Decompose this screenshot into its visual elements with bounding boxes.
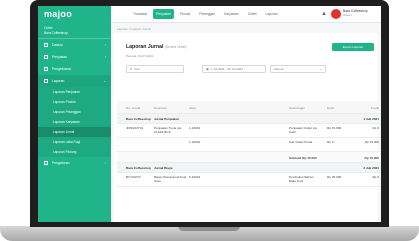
sidebar-item-pengaturan[interactable]: Pengaturan › xyxy=(38,157,111,169)
group-date: 1 Juli 2021 xyxy=(363,117,379,121)
sidebar-item-label: Pengeluaran xyxy=(52,67,72,71)
report-card: No. Jurnal Deskripsi Akun Keterangan Deb… xyxy=(114,33,381,222)
journal-table: No. Jurnal Deskripsi Akun Keterangan Deb… xyxy=(117,101,381,187)
chevron-down-icon: ⌄ xyxy=(319,67,322,71)
sidebar-subitem-jurnal[interactable]: Laporan Jurnal xyxy=(38,127,111,137)
column-header[interactable]: Akun xyxy=(189,106,225,110)
cell-akun: 1-10002 xyxy=(189,140,201,144)
nav-transaksi[interactable]: Transaksi xyxy=(130,9,150,19)
sidebar-item-label: Penjualan xyxy=(52,55,68,59)
export-button[interactable]: Export Laporan xyxy=(332,43,374,51)
page-title-note: (Semua Outlet) xyxy=(164,45,187,49)
gear-icon xyxy=(44,161,48,165)
column-header[interactable]: Deskripsi xyxy=(154,106,187,110)
sidebar-item-label: Pengaturan xyxy=(52,161,70,165)
avatar[interactable] xyxy=(331,9,341,19)
table-row[interactable]: JRN/210701 Penjualan Tunai via FLAZZ BCA… xyxy=(117,124,381,138)
sidebar-subitem-penjualan[interactable]: Laporan Penjualan xyxy=(38,87,111,97)
subtotal-label: Subtotal Rp 15.000 xyxy=(289,156,317,160)
select-value: Semua xyxy=(274,67,284,71)
column-header[interactable]: Keterangan xyxy=(289,106,319,110)
chevron-right-icon: › xyxy=(104,161,106,165)
notification-bell-icon[interactable]: ▲ xyxy=(321,11,327,17)
chevron-down-icon: ⌄ xyxy=(103,79,106,83)
cell-no: BIY/21070 xyxy=(126,175,141,179)
chevron-right-icon: › xyxy=(104,43,106,47)
main-content: Laporan / Laporan Jurnal No. Jurnal Desk… xyxy=(111,23,381,222)
main-nav: Transaksi Penjualan Produk Pelanggan Kar… xyxy=(130,9,281,19)
cell-akun: 1-10001 xyxy=(189,126,201,130)
user-menu[interactable]: Bara Coffeeshop Owner xyxy=(343,9,375,17)
cell-kredit: Rp 15.000 xyxy=(364,140,379,144)
sidebar-subitem-pelanggan[interactable]: Laporan Pelanggan xyxy=(38,107,111,117)
breadcrumb: Laporan / Laporan Jurnal xyxy=(117,27,151,31)
search-placeholder: Cari xyxy=(134,67,140,71)
nav-outlet[interactable]: Outlet xyxy=(245,9,260,19)
table-group-row: Bara Coffeeshop Jurnal Penjualan 1 Juli … xyxy=(117,114,381,124)
chevron-right-icon: › xyxy=(104,55,106,59)
cell-kredit: Rp 0 xyxy=(372,126,379,130)
page-title-text: Laporan Jurnal xyxy=(126,44,164,50)
table-row[interactable]: BIY/21070 Biaya Operasional Kopi Susu 5-… xyxy=(117,173,381,187)
cell-kredit: Rp 0 xyxy=(372,175,379,179)
sidebar-item-label: Dasbor xyxy=(52,43,63,47)
column-header[interactable]: No. Jurnal xyxy=(126,106,152,110)
nav-pelanggan[interactable]: Pelanggan xyxy=(196,9,218,19)
sidebar-item-label: Laporan xyxy=(52,79,65,83)
page-title: Laporan Jurnal (Semua Outlet) xyxy=(126,44,187,50)
sidebar-item-pengeluaran[interactable]: Pengeluaran xyxy=(38,63,111,75)
group-outlet: Bara Coffeeshop xyxy=(126,117,151,121)
subtotal-value: Rp 15.000 xyxy=(364,156,379,160)
cell-no: JRN/210701 xyxy=(126,126,144,130)
outlet-selector[interactable]: Outlet Bara Coffeeshop xyxy=(38,23,111,39)
dashboard-icon xyxy=(44,43,48,47)
page-subtitle: Periode: 01-07-2021 xyxy=(126,54,154,58)
table-subtotal-row: Subtotal Rp 15.000 Rp 15.000 xyxy=(117,152,381,163)
cell-description: Biaya Operasional Kopi Susu xyxy=(154,175,187,183)
brand-logo[interactable]: majoo xyxy=(38,6,111,23)
group-outlet: Bara Coffeeshop xyxy=(126,166,151,170)
cell-keterangan: Penjualan Outlet via Kasir xyxy=(289,126,317,134)
sidebar-subitem-karyawan[interactable]: Laporan Karyawan xyxy=(38,117,111,127)
top-navbar: majoo Transaksi Penjualan Produk Pelangg… xyxy=(38,6,381,23)
table-row[interactable]: 1-10002 Kas Outlet Pusat Rp 0 Rp 15.000 xyxy=(117,138,381,152)
cell-akun: 5-10001 xyxy=(189,175,201,179)
cell-keterangan: Kas Outlet Pusat xyxy=(289,140,313,144)
app-screen: majoo Transaksi Penjualan Produk Pelangg… xyxy=(38,6,381,222)
cart-icon xyxy=(44,55,48,59)
table-header: No. Jurnal Deskripsi Akun Keterangan Deb… xyxy=(117,101,381,114)
outlet-name: Bara Coffeeshop xyxy=(44,31,68,35)
date-range-value: 1 Jul 2021 - 31 Jul 2021 xyxy=(210,67,243,71)
sidebar-item-dasbor[interactable]: Dasbor › xyxy=(38,39,111,51)
cell-description: Penjualan Tunai via FLAZZ BCA xyxy=(154,126,182,134)
wallet-icon xyxy=(44,67,48,71)
sidebar-subitem-piutang[interactable]: Laporan Piutang xyxy=(38,147,111,157)
report-icon xyxy=(44,79,48,83)
nav-laporan[interactable]: Laporan xyxy=(263,9,281,19)
sidebar-item-penjualan[interactable]: Penjualan › xyxy=(38,51,111,63)
sidebar-subitem-produk[interactable]: Laporan Produk xyxy=(38,97,111,107)
status-select[interactable]: Semua ⌄ xyxy=(270,65,326,73)
group-description: Jurnal Penjualan xyxy=(154,117,179,121)
column-header[interactable]: Kredit xyxy=(353,106,379,110)
calendar-icon: ▣ xyxy=(206,67,209,71)
user-role: Owner xyxy=(343,13,352,17)
nav-karyawan[interactable]: Karyawan xyxy=(221,9,242,19)
search-icon: ⚲ xyxy=(130,67,133,71)
sidebar-subitem-laba-rugi[interactable]: Laporan Laba Rugi xyxy=(38,137,111,147)
date-range-picker[interactable]: ▣ 1 Jul 2021 - 31 Jul 2021 xyxy=(202,65,266,73)
cell-keterangan: Pembelian Bahan Baku Kopi xyxy=(289,175,314,183)
nav-penjualan[interactable]: Penjualan xyxy=(153,9,174,19)
group-date: 2 Juli 2021 xyxy=(363,166,379,170)
table-group-row: Bara Coffeeshop Jurnal Biaya 2 Juli 2021 xyxy=(117,163,381,173)
group-description: Jurnal Biaya xyxy=(154,166,173,170)
search-input[interactable]: ⚲ Cari xyxy=(126,65,184,73)
sidebar: Outlet Bara Coffeeshop Dasbor › Penjuala… xyxy=(38,23,111,222)
nav-produk[interactable]: Produk xyxy=(177,9,193,19)
sidebar-item-laporan[interactable]: Laporan ⌄ xyxy=(38,75,111,87)
